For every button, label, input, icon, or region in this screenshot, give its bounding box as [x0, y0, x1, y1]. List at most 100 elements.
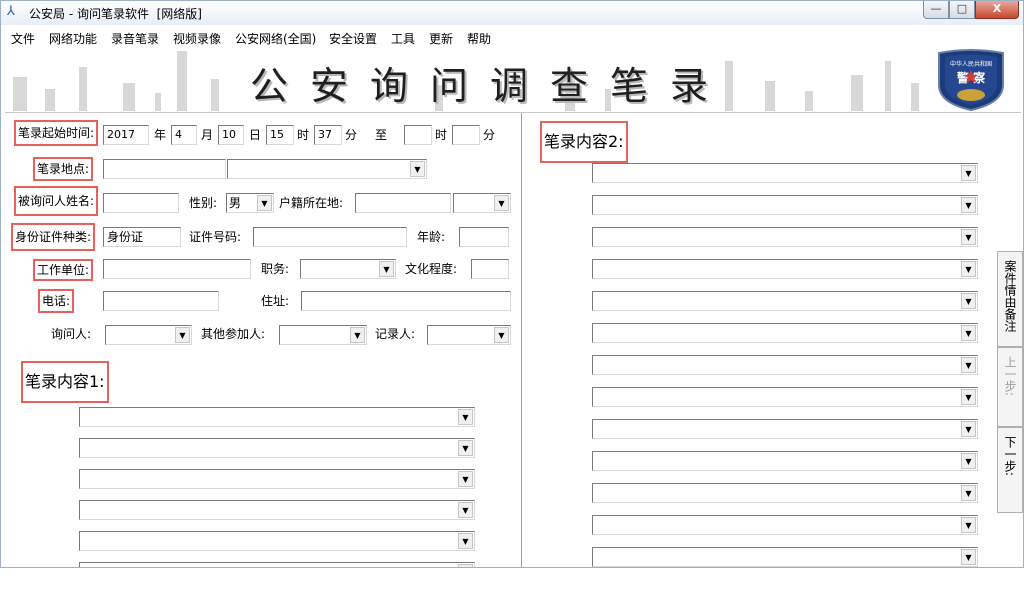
content2-line[interactable]: ▼: [592, 515, 978, 535]
household-field[interactable]: [355, 193, 451, 213]
day-unit-label: 日: [249, 128, 262, 142]
menu-police-network[interactable]: 公安网络(全国): [235, 30, 316, 47]
menu-help[interactable]: 帮助: [467, 30, 491, 47]
case-notes-tab-label: 案件情由备注: [1003, 260, 1017, 332]
content1-line[interactable]: ▼: [79, 407, 475, 427]
content1-line[interactable]: ▼: [79, 469, 475, 489]
start-minute-field[interactable]: 37: [314, 125, 342, 145]
chevron-down-icon: ▼: [458, 502, 473, 518]
recorder-select[interactable]: ▼: [427, 325, 511, 345]
maximize-button[interactable]: □: [949, 1, 975, 19]
content1-line[interactable]: ▼: [79, 438, 475, 458]
household-select[interactable]: ▼: [453, 193, 511, 213]
banner-title: 公安询问调查笔录: [250, 64, 731, 108]
workplace-label: 工作单位:: [33, 259, 94, 281]
chevron-down-icon: ▼: [961, 165, 976, 181]
menu-bar: 文件 网络功能 录音笔录 视频录像 公安网络(全国) 安全设置 工具 更新 帮助: [1, 27, 1023, 47]
gender-select[interactable]: 男 ▼: [226, 193, 274, 213]
close-button[interactable]: X: [975, 1, 1019, 19]
menu-video[interactable]: 视频录像: [173, 30, 221, 47]
interviewee-name-label: 被询问人姓名:: [14, 186, 99, 216]
start-time-label: 笔录起始时间:: [14, 120, 99, 146]
education-label: 文化程度:: [405, 262, 458, 276]
content2-line[interactable]: ▼: [592, 355, 978, 375]
content2-line[interactable]: ▼: [592, 547, 978, 567]
id-number-label: 证件号码:: [189, 230, 242, 244]
prev-step-button[interactable]: 上一步:: [997, 347, 1023, 427]
phone-field[interactable]: [103, 291, 219, 311]
address-field[interactable]: [301, 291, 511, 311]
chevron-down-icon: ▼: [961, 293, 976, 309]
to-label: 至: [375, 128, 388, 142]
blank-area-below-window: [0, 568, 1024, 591]
phone-label: 电话:: [38, 289, 75, 313]
chevron-down-icon: ▼: [410, 161, 425, 177]
id-type-label: 身份证件种类:: [11, 223, 96, 251]
banner: 公安询问调查笔录 中华人民共和国 警 察: [5, 47, 1021, 111]
panel-separator: [521, 113, 523, 567]
chevron-down-icon: ▼: [379, 261, 394, 277]
chevron-down-icon: ▼: [961, 357, 976, 373]
education-field[interactable]: [471, 259, 509, 279]
chevron-down-icon: ▼: [494, 195, 509, 211]
menu-security[interactable]: 安全设置: [329, 30, 377, 47]
chevron-down-icon: ▼: [961, 485, 976, 501]
workplace-field[interactable]: [103, 259, 251, 279]
household-label: 户籍所在地:: [279, 196, 344, 210]
menu-file[interactable]: 文件: [11, 30, 35, 47]
chevron-down-icon: ▼: [458, 533, 473, 549]
others-label: 其他参加人:: [201, 327, 266, 341]
chevron-down-icon: ▼: [961, 453, 976, 469]
content2-heading: 笔录内容2:: [540, 121, 628, 163]
content2-line[interactable]: ▼: [592, 163, 978, 183]
content2-line[interactable]: ▼: [592, 195, 978, 215]
menu-audio[interactable]: 录音笔录: [111, 30, 159, 47]
content2-line[interactable]: ▼: [592, 259, 978, 279]
month-unit-label: 月: [201, 128, 214, 142]
content2-line[interactable]: ▼: [592, 483, 978, 503]
menu-tools[interactable]: 工具: [391, 30, 415, 47]
menu-update[interactable]: 更新: [429, 30, 453, 47]
content2-line[interactable]: ▼: [592, 227, 978, 247]
content2-line[interactable]: ▼: [592, 291, 978, 311]
age-label: 年龄:: [417, 230, 446, 244]
position-select[interactable]: ▼: [300, 259, 396, 279]
chevron-down-icon: ▼: [961, 197, 976, 213]
app-logo-icon: ⅄: [7, 4, 15, 19]
content2-line[interactable]: ▼: [592, 451, 978, 471]
interrogator-select[interactable]: ▼: [105, 325, 192, 345]
start-month-field[interactable]: 4: [171, 125, 197, 145]
menu-network[interactable]: 网络功能: [49, 30, 97, 47]
start-year-field[interactable]: 2017: [103, 125, 149, 145]
chevron-down-icon: ▼: [175, 327, 190, 343]
window-title: 公安局 - 询问笔录软件 [网络版]: [29, 7, 202, 21]
right-content-panel: 笔录内容2: ▼ ▼ ▼ ▼ ▼ ▼ ▼ ▼ ▼ ▼ ▼ ▼ ▼: [524, 113, 996, 567]
content2-line[interactable]: ▼: [592, 419, 978, 439]
content2-line[interactable]: ▼: [592, 323, 978, 343]
end-minute-field[interactable]: [452, 125, 480, 145]
start-hour-field[interactable]: 15: [266, 125, 294, 145]
location-select[interactable]: ▼: [227, 159, 427, 179]
id-type-field[interactable]: 身份证: [103, 227, 181, 247]
age-field[interactable]: [459, 227, 509, 247]
end-hour-field[interactable]: [404, 125, 432, 145]
interrogator-label: 询问人:: [51, 327, 92, 341]
position-label: 职务:: [261, 262, 290, 276]
chevron-down-icon: ▼: [961, 261, 976, 277]
content2-line[interactable]: ▼: [592, 387, 978, 407]
case-notes-tab[interactable]: 案件情由备注: [997, 251, 1023, 347]
content1-line[interactable]: ▼: [79, 500, 475, 520]
interviewee-name-field[interactable]: [103, 193, 179, 213]
others-select[interactable]: ▼: [279, 325, 367, 345]
police-badge-icon: 中华人民共和国 警 察: [938, 49, 1004, 111]
next-step-button[interactable]: 下一步:: [997, 427, 1023, 513]
chevron-down-icon: ▼: [961, 517, 976, 533]
location-field[interactable]: [103, 159, 226, 179]
chevron-down-icon: ▼: [458, 471, 473, 487]
id-number-field[interactable]: [253, 227, 407, 247]
minimize-button[interactable]: —: [923, 1, 949, 19]
end-hour-unit-label: 时: [435, 128, 448, 142]
content1-line[interactable]: ▼: [79, 531, 475, 551]
chevron-down-icon: ▼: [458, 440, 473, 456]
start-day-field[interactable]: 10: [218, 125, 244, 145]
